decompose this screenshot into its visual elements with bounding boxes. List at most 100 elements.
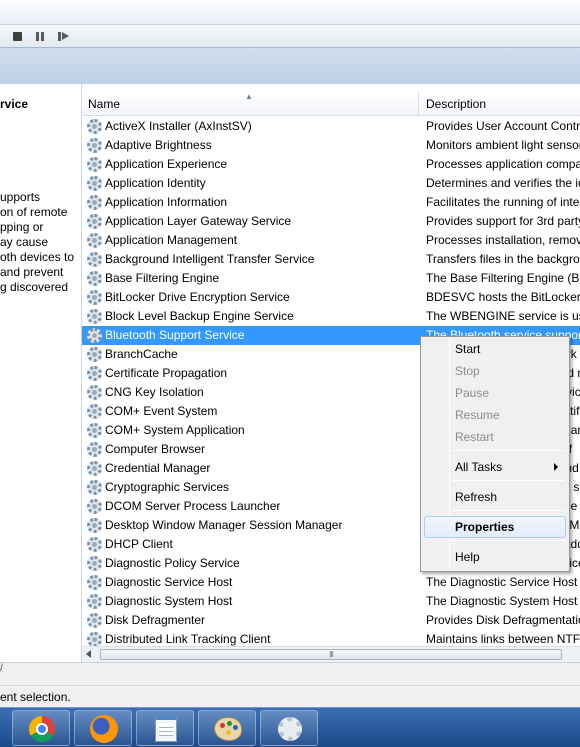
service-gear-icon [87,195,102,210]
menu-separator [452,450,565,451]
service-name: BranchCache [105,347,178,361]
service-name: Bluetooth Support Service [105,328,245,342]
service-name: Block Level Backup Engine Service [105,309,294,323]
menu-item-stop: Stop [424,360,566,382]
pause-service-icon[interactable] [34,30,48,43]
taskbar-button-firefox[interactable] [74,710,132,746]
service-gear-icon [87,575,102,590]
service-name: Desktop Window Manager Session Manager [105,518,343,532]
service-description-cell: Provides support for 3rd party [426,214,580,228]
description-line: oth devices to [0,250,75,264]
service-name: Distributed Link Tracking Client [105,632,271,646]
menu-bar [0,0,580,25]
table-row[interactable]: Application Information Facilitates the r… [82,193,580,212]
status-area: / ent selection. [0,662,580,707]
table-row[interactable]: Diagnostic Service Host The Diagnostic Se… [82,573,580,592]
description-line: upports [0,190,41,204]
list-header: ▲ Name Description [82,92,580,116]
table-row[interactable]: Background Intelligent Transfer Service T… [82,250,580,269]
service-name: COM+ Event System [105,404,218,418]
service-name: Application Information [105,195,228,209]
service-gear-icon [87,385,102,400]
table-row[interactable]: Adaptive Brightness Monitors ambient ligh… [82,136,580,155]
table-row[interactable]: Block Level Backup Engine Service The WBE… [82,307,580,326]
menu-item-restart: Restart [424,426,566,448]
description-line: on of remote [0,205,68,219]
service-name: Base Filtering Engine [105,271,220,285]
table-row[interactable]: Application Identity Determines and verif… [82,174,580,193]
scroll-left-icon[interactable] [86,650,91,658]
service-title: rvice [0,97,29,111]
service-name: Disk Defragmenter [105,613,206,627]
service-description-cell: The Diagnostic System Host is [426,594,580,608]
chrome-icon [29,716,55,742]
description-line: g discovered [0,280,69,294]
service-gear-icon [87,499,102,514]
horizontal-scrollbar[interactable]: III [82,646,580,662]
service-gear-icon [87,480,102,495]
menu-separator [452,540,565,541]
table-row[interactable]: Disk Defragmenter Provides Disk Defragmen… [82,611,580,630]
sort-ascending-icon: ▲ [245,92,253,101]
service-description-cell: Transfers files in the background [426,252,580,266]
notepad-icon [155,716,177,742]
service-description-cell: Processes installation, removal [426,233,580,247]
menu-item-refresh[interactable]: Refresh [424,486,566,508]
service-name: Diagnostic System Host [105,594,233,608]
service-gear-icon [87,518,102,533]
stop-service-icon[interactable] [11,30,25,43]
service-name: ActiveX Installer (AxInstSV) [105,119,252,133]
restart-service-icon[interactable] [57,30,71,43]
taskbar [0,707,580,747]
menu-item-resume: Resume [424,404,566,426]
paint-icon [214,717,242,741]
toolbar [0,25,580,48]
status-divider [0,685,580,686]
service-description-cell: Monitors ambient light sensor [426,138,580,152]
taskbar-button-notepad[interactable] [136,710,194,746]
service-name: COM+ System Application [105,423,245,437]
service-gear-icon [87,328,102,343]
description-line: and prevent [0,265,64,279]
console-header-strip [0,48,580,84]
menu-item-help[interactable]: Help [424,546,566,568]
service-description-cell: Maintains links between NTFS [426,632,580,646]
table-row[interactable]: Application Layer Gateway Service Provide… [82,212,580,231]
table-row[interactable]: Diagnostic System Host The Diagnostic Sys… [82,592,580,611]
table-row[interactable]: BitLocker Drive Encryption Service BDESVC… [82,288,580,307]
service-gear-icon [87,632,102,647]
scrollbar-thumb[interactable]: III [100,649,562,660]
taskbar-button-services[interactable] [260,710,318,746]
description-line: pping or [0,220,44,234]
service-name: Computer Browser [105,442,206,456]
column-header-name[interactable]: ▲ Name [82,92,419,116]
service-name: Application Layer Gateway Service [105,214,292,228]
service-description-cell: BDESVC hosts the BitLocker Drive [426,290,580,304]
service-name: Background Intelligent Transfer Service [105,252,315,266]
service-gear-icon [87,347,102,362]
table-row[interactable]: ActiveX Installer (AxInstSV) Provides Use… [82,117,580,136]
service-name: DHCP Client [105,537,173,551]
taskbar-button-paint[interactable] [198,710,256,746]
service-name: Certificate Propagation [105,366,228,380]
column-header-description[interactable]: Description [420,92,580,116]
menu-item-label: Properties [455,520,515,534]
service-description-cell: The Base Filtering Engine (BFE) [426,271,580,285]
table-row[interactable]: Application Experience Processes applicat… [82,155,580,174]
firefox-icon [90,715,118,743]
menu-item-pause: Pause [424,382,566,404]
service-gear-icon [87,176,102,191]
menu-item-properties[interactable]: Properties [424,516,566,538]
service-gear-icon [87,461,102,476]
service-gear-icon [87,423,102,438]
service-gear-icon [87,404,102,419]
taskbar-button-chrome[interactable] [12,710,70,746]
service-description-cell: The WBENGINE service is used [426,309,580,323]
menu-item-start[interactable]: Start [424,338,566,360]
menu-item-all-tasks[interactable]: All Tasks [424,456,566,478]
table-row[interactable]: Application Management Processes installa… [82,231,580,250]
service-description-cell: Provides User Account Control [426,119,580,133]
service-name: CNG Key Isolation [105,385,204,399]
service-name: Credential Manager [105,461,211,475]
table-row[interactable]: Base Filtering Engine The Base Filtering … [82,269,580,288]
